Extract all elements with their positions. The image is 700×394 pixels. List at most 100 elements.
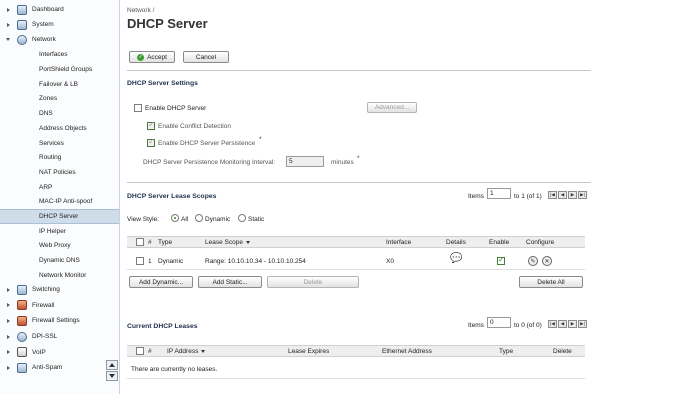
- sidebar-item-voip[interactable]: VoIP: [0, 344, 119, 360]
- view-all-label: All: [181, 216, 189, 223]
- expand-arrow-icon[interactable]: [7, 7, 10, 12]
- sidebar-item-dhcp-server[interactable]: DHCP Server: [0, 209, 119, 224]
- add-static-button[interactable]: Add Static...: [198, 276, 262, 288]
- sidebar-item-dashboard[interactable]: Dashboard: [0, 2, 119, 17]
- sidebar-item-dns[interactable]: DNS: [0, 106, 119, 121]
- empty-leases-message: There are currently no leases.: [131, 366, 218, 373]
- next-page-button[interactable]: ▶: [568, 320, 577, 328]
- leases-column-mac[interactable]: Ethernet Address: [382, 348, 432, 355]
- leases-column-type[interactable]: Type: [499, 348, 513, 355]
- lease-scopes-heading: DHCP Server Lease Scopes: [127, 193, 217, 200]
- firewall-settings-icon: [17, 315, 27, 326]
- firewall-icon: [17, 300, 27, 311]
- collapse-arrow-icon[interactable]: [6, 38, 10, 42]
- breadcrumb[interactable]: Network /: [127, 7, 154, 14]
- last-page-button[interactable]: ▶|: [578, 191, 587, 199]
- sidebar-item-failover-lb[interactable]: Failover & LB: [0, 77, 119, 92]
- next-page-button[interactable]: ▶: [568, 191, 577, 199]
- delete-button[interactable]: Delete: [267, 276, 359, 288]
- leases-select-all-checkbox[interactable]: [136, 347, 144, 355]
- row-enable-checkbox[interactable]: ✓: [497, 255, 505, 265]
- scroll-up-button[interactable]: [106, 360, 118, 370]
- sidebar-item-web-proxy[interactable]: Web Proxy: [0, 239, 119, 254]
- first-page-button[interactable]: |◀: [548, 191, 557, 199]
- page-input[interactable]: 1: [487, 188, 511, 199]
- column-lease-scope[interactable]: Lease Scope: [205, 239, 250, 246]
- required-asterisk: *: [357, 155, 360, 162]
- check-icon: ✓: [148, 120, 155, 129]
- view-static-radio[interactable]: [238, 214, 246, 222]
- system-icon: [17, 19, 27, 30]
- sidebar-item-dynamic-dns[interactable]: Dynamic DNS: [0, 253, 119, 268]
- sidebar-item-system[interactable]: System: [0, 17, 119, 32]
- sidebar-item-arp[interactable]: ARP: [0, 180, 119, 195]
- enable-dhcp-checkbox[interactable]: [134, 104, 142, 112]
- details-comment-icon[interactable]: 💬: [450, 253, 462, 264]
- next-page-icon: ▶: [570, 321, 575, 326]
- delete-x-icon[interactable]: ✕: [542, 256, 552, 266]
- sidebar-item-portshield-groups[interactable]: PortShield Groups: [0, 62, 119, 77]
- prev-page-button[interactable]: ◀: [558, 191, 567, 199]
- expand-arrow-icon[interactable]: [7, 334, 10, 339]
- expand-arrow-icon[interactable]: [7, 22, 10, 27]
- column-interface[interactable]: Interface: [386, 239, 411, 246]
- sidebar-item-firewall-settings[interactable]: Firewall Settings: [0, 313, 119, 329]
- leases-page-input[interactable]: 0: [487, 317, 511, 328]
- cancel-button[interactable]: Cancel: [183, 51, 229, 63]
- advanced-button[interactable]: Advanced...: [367, 102, 417, 113]
- row-divider: [127, 269, 585, 270]
- first-page-icon: |◀: [550, 192, 555, 197]
- edit-pencil-icon[interactable]: ✎: [528, 256, 538, 266]
- add-dynamic-button[interactable]: Add Dynamic...: [129, 276, 193, 288]
- conflict-detection-checkbox[interactable]: ✓: [147, 120, 155, 130]
- sidebar-nav: Dashboard System Network Interfaces Port…: [0, 0, 120, 394]
- sidebar-item-nat-policies[interactable]: NAT Policies: [0, 165, 119, 180]
- sidebar-item-network[interactable]: Network: [0, 32, 119, 47]
- view-dynamic-radio[interactable]: [195, 214, 203, 222]
- expand-arrow-icon[interactable]: [7, 365, 10, 370]
- prev-page-button[interactable]: ◀: [558, 320, 567, 328]
- sidebar-item-routing[interactable]: Routing: [0, 150, 119, 165]
- sidebar-item-label: System: [32, 21, 54, 29]
- sidebar-item-dpi-ssl[interactable]: DPI-SSL: [0, 329, 119, 345]
- sidebar-item-zones[interactable]: Zones: [0, 92, 119, 107]
- interval-label: DHCP Server Persistence Monitoring Inter…: [143, 159, 276, 166]
- leases-column-ip-label: IP Address: [167, 348, 199, 355]
- persistence-checkbox[interactable]: ✓: [147, 137, 155, 147]
- sidebar-item-interfaces[interactable]: Interfaces: [0, 48, 119, 63]
- column-type[interactable]: Type: [158, 239, 172, 246]
- current-leases-heading: Current DHCP Leases: [127, 323, 198, 330]
- network-submenu: Interfaces PortShield Groups Failover & …: [0, 48, 119, 283]
- page-title: DHCP Server: [127, 16, 208, 31]
- sidebar-item-address-objects[interactable]: Address Objects: [0, 121, 119, 136]
- main-content: Network / DHCP Server ✓ Accept Cancel DH…: [121, 0, 700, 394]
- sidebar-item-mac-ip-anti-spoof[interactable]: MAC-IP Anti-spoof: [0, 194, 119, 209]
- view-all-radio[interactable]: [171, 214, 179, 222]
- accept-button[interactable]: ✓ Accept: [129, 51, 175, 63]
- last-page-button[interactable]: ▶|: [578, 320, 587, 328]
- select-all-checkbox[interactable]: [136, 238, 144, 246]
- row-select-checkbox[interactable]: [136, 257, 144, 265]
- leases-column-expires[interactable]: Lease Expires: [288, 348, 329, 355]
- expand-arrow-icon[interactable]: [7, 303, 10, 308]
- next-page-icon: ▶: [570, 192, 575, 197]
- expand-arrow-icon[interactable]: [7, 318, 10, 323]
- first-page-button[interactable]: |◀: [548, 320, 557, 328]
- sidebar-item-ip-helper[interactable]: IP Helper: [0, 224, 119, 239]
- interval-input[interactable]: 5: [286, 156, 324, 167]
- sidebar-scrollbar[interactable]: [106, 360, 118, 382]
- delete-all-button[interactable]: Delete All: [519, 276, 583, 288]
- scroll-down-button[interactable]: [106, 371, 118, 381]
- sidebar-item-firewall[interactable]: Firewall: [0, 298, 119, 314]
- sidebar-item-services[interactable]: Services: [0, 136, 119, 151]
- column-enable: Enable: [489, 239, 510, 246]
- sidebar-item-switching[interactable]: Switching: [0, 282, 119, 298]
- leases-column-ip[interactable]: IP Address: [167, 348, 206, 355]
- sidebar-item-network-monitor[interactable]: Network Monitor: [0, 268, 119, 283]
- expand-arrow-icon[interactable]: [7, 287, 10, 292]
- prev-page-icon: ◀: [560, 321, 565, 326]
- sidebar-item-anti-spam[interactable]: Anti-Spam: [0, 360, 119, 376]
- view-dynamic-label: Dynamic: [205, 216, 231, 223]
- sidebar-item-label: VoIP: [32, 348, 46, 356]
- expand-arrow-icon[interactable]: [7, 350, 10, 355]
